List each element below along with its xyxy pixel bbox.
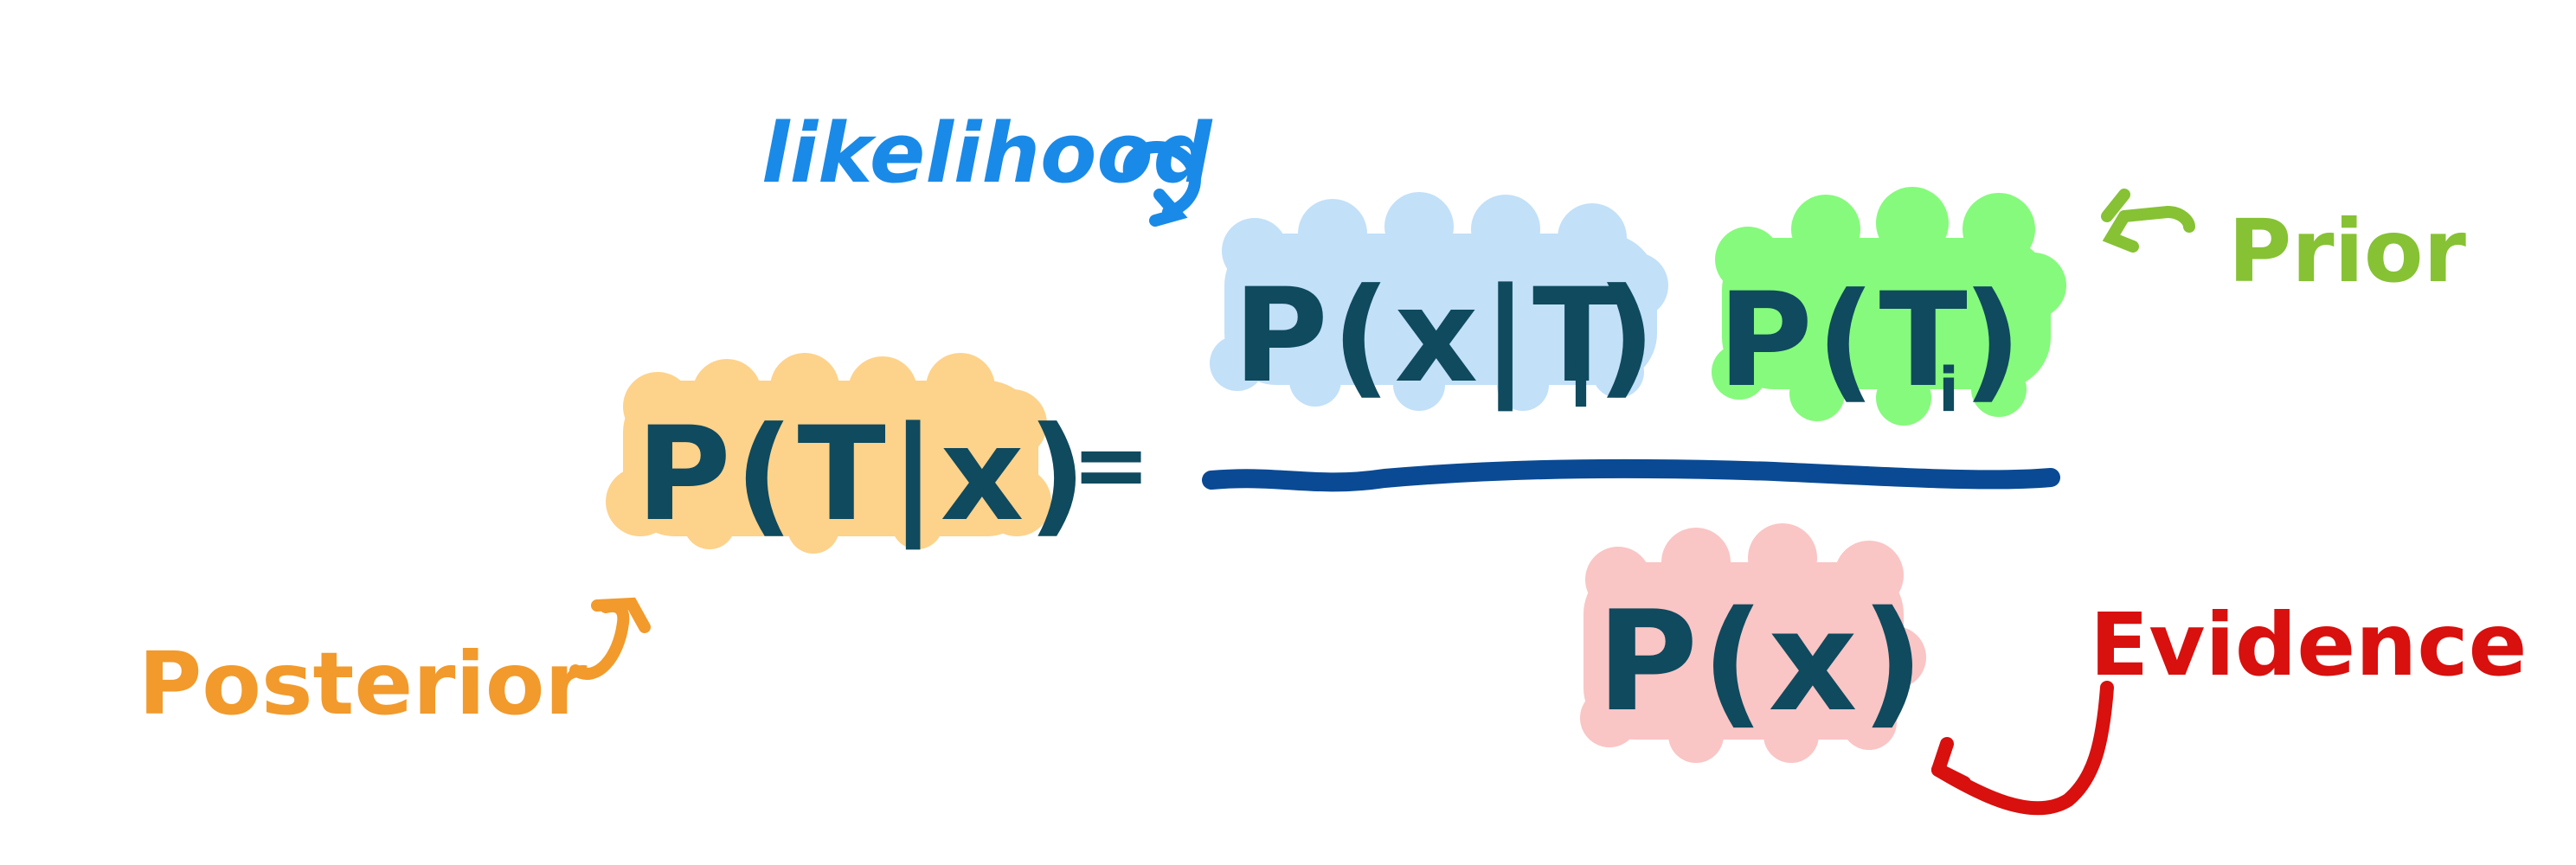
prior-close-paren: ) [1963, 266, 2026, 416]
evidence-label: Evidence [2090, 594, 2527, 695]
evidence-arrow-icon [1931, 681, 2114, 816]
evidence-expression: P(x) [1596, 580, 1928, 742]
prior-label: Prior [2228, 201, 2467, 302]
bayes-theorem-diagram: P(T|x) = P(x|T i ) P(T i ) P(x) likeliho… [138, 106, 2527, 816]
prior-subscript: i [1938, 355, 1963, 426]
prior-arrow-icon [2101, 189, 2195, 253]
likelihood-expression: P(x|T [1233, 261, 1624, 412]
likelihood-close-paren: ) [1596, 261, 1660, 412]
posterior-label: Posterior [138, 633, 588, 734]
fraction-bar [1202, 458, 2060, 492]
posterior-expression: P(T|x) [636, 400, 1090, 550]
equals-sign: = [1071, 409, 1154, 520]
likelihood-subscript: i [1571, 350, 1595, 421]
prior-expression: P(T [1718, 266, 1971, 416]
